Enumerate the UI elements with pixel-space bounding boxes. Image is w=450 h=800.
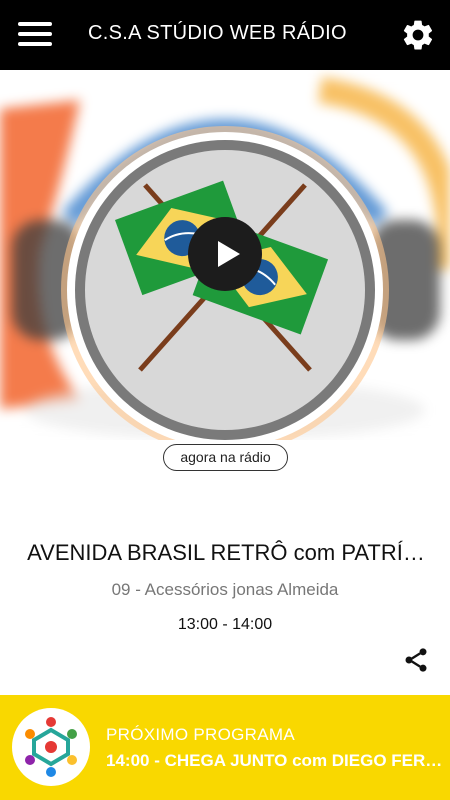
gear-icon[interactable] — [400, 17, 436, 53]
hamburger-menu-icon[interactable] — [18, 22, 52, 48]
play-icon — [218, 241, 240, 267]
next-program-label: PRÓXIMO PROGRAMA — [106, 725, 295, 744]
album-artwork — [0, 70, 450, 440]
next-program-bar[interactable]: PRÓXIMO PROGRAMA 14:00 - CHEGA JUNTO com… — [0, 695, 450, 800]
now-playing-badge: agora na rádio — [163, 444, 288, 471]
program-time: 13:00 - 14:00 — [177, 616, 273, 633]
program-title: AVENIDA BRASIL RETRÔ com PATRÍ… — [27, 540, 425, 565]
app-bar: C.S.A STÚDIO WEB RÁDIO — [0, 0, 450, 70]
app-title: C.S.A STÚDIO WEB RÁDIO — [88, 22, 347, 44]
share-icon[interactable] — [402, 646, 430, 674]
program-subtitle: 09 - Acessórios jonas Almeida — [111, 580, 339, 599]
station-logo-icon — [12, 708, 90, 786]
next-program-title: 14:00 - CHEGA JUNTO com DIEGO FERR… — [106, 751, 450, 770]
play-button[interactable] — [188, 217, 262, 291]
